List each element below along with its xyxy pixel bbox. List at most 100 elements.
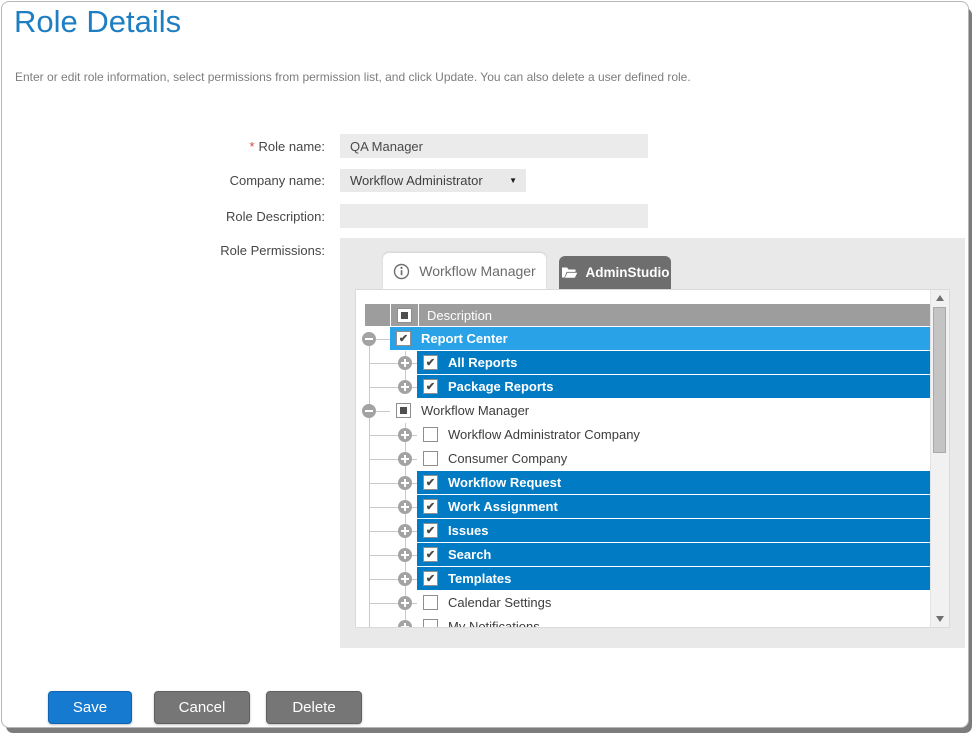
row-checkbox[interactable] bbox=[423, 619, 438, 627]
row-label: Calendar Settings bbox=[448, 595, 551, 610]
tree-row-body: Consumer Company bbox=[417, 447, 930, 470]
row-label: Workflow Request bbox=[448, 475, 561, 490]
tree-row-body: My Notifications bbox=[417, 615, 930, 627]
row-checkbox[interactable] bbox=[423, 355, 438, 370]
tree-row-body: Report Center bbox=[390, 327, 930, 350]
role-name-row: *Role name: bbox=[2, 134, 648, 158]
row-checkbox[interactable] bbox=[423, 427, 438, 442]
row-checkbox[interactable] bbox=[423, 451, 438, 466]
company-name-value: Workflow Administrator bbox=[350, 173, 483, 188]
tree-rows: Report Center All Reports Package Reports W… bbox=[356, 327, 930, 627]
role-permissions-row: Role Permissions: bbox=[2, 243, 325, 258]
info-circle-icon bbox=[393, 263, 410, 280]
tree-row-body: Workflow Manager bbox=[390, 399, 930, 422]
tab-workflow-manager-label: Workflow Manager bbox=[419, 263, 535, 279]
row-checkbox[interactable] bbox=[396, 331, 411, 346]
collapse-toggle-icon[interactable] bbox=[362, 404, 376, 418]
row-label: Report Center bbox=[421, 331, 508, 346]
row-checkbox[interactable] bbox=[423, 379, 438, 394]
row-label: Templates bbox=[448, 571, 511, 586]
tree-row[interactable]: My Notifications bbox=[356, 615, 930, 627]
tab-adminstudio-label: AdminStudio bbox=[586, 265, 670, 280]
tree-row-body: Workflow Request bbox=[417, 471, 930, 494]
role-permissions-label: Role Permissions: bbox=[2, 243, 325, 258]
permissions-panel: Workflow Manager AdminStudio Description bbox=[340, 238, 965, 648]
row-checkbox[interactable] bbox=[423, 499, 438, 514]
cancel-button[interactable]: Cancel bbox=[154, 691, 250, 724]
role-description-label: Role Description: bbox=[2, 209, 325, 224]
row-checkbox[interactable] bbox=[396, 403, 411, 418]
row-label: Workflow Manager bbox=[421, 403, 529, 418]
tree-row[interactable]: Workflow Administrator Company bbox=[356, 423, 930, 447]
tree-row[interactable]: Calendar Settings bbox=[356, 591, 930, 615]
expand-toggle-icon[interactable] bbox=[398, 356, 412, 370]
row-checkbox[interactable] bbox=[423, 523, 438, 538]
expand-toggle-icon[interactable] bbox=[398, 524, 412, 538]
grid-header-checkbox-cell bbox=[391, 304, 418, 326]
page-title: Role Details bbox=[14, 4, 181, 40]
grid-header-description-cell: Description bbox=[419, 304, 930, 326]
row-checkbox[interactable] bbox=[423, 595, 438, 610]
grid-header-expander-cell bbox=[365, 304, 390, 326]
expand-toggle-icon[interactable] bbox=[398, 548, 412, 562]
row-label: My Notifications bbox=[448, 619, 540, 627]
permissions-grid: Description Report Center All Reports Pack… bbox=[356, 304, 930, 627]
grid-header: Description bbox=[365, 304, 930, 326]
required-asterisk: * bbox=[249, 139, 254, 154]
expand-toggle-icon[interactable] bbox=[398, 596, 412, 610]
role-name-input[interactable] bbox=[340, 134, 648, 158]
tree-row[interactable]: Workflow Request bbox=[356, 471, 930, 495]
tree-row[interactable]: Report Center bbox=[356, 327, 930, 351]
delete-button[interactable]: Delete bbox=[266, 691, 362, 724]
row-checkbox[interactable] bbox=[423, 475, 438, 490]
expand-toggle-icon[interactable] bbox=[398, 500, 412, 514]
row-label: All Reports bbox=[448, 355, 517, 370]
tree-row[interactable]: Search bbox=[356, 543, 930, 567]
expand-toggle-icon[interactable] bbox=[398, 452, 412, 466]
tree-row[interactable]: All Reports bbox=[356, 351, 930, 375]
row-checkbox[interactable] bbox=[423, 547, 438, 562]
role-description-input[interactable] bbox=[340, 204, 648, 228]
row-label: Search bbox=[448, 547, 491, 562]
expand-toggle-icon[interactable] bbox=[398, 476, 412, 490]
company-name-label: Company name: bbox=[2, 173, 325, 188]
collapse-toggle-icon[interactable] bbox=[362, 332, 376, 346]
description-column-label: Description bbox=[427, 308, 492, 323]
tab-workflow-manager[interactable]: Workflow Manager bbox=[383, 253, 546, 289]
tree-row[interactable]: Work Assignment bbox=[356, 495, 930, 519]
row-label: Package Reports bbox=[448, 379, 554, 394]
role-description-row: Role Description: bbox=[2, 204, 648, 228]
permissions-list: Description Report Center All Reports Pack… bbox=[355, 289, 950, 628]
tree-row[interactable]: Templates bbox=[356, 567, 930, 591]
scroll-down-icon[interactable] bbox=[936, 616, 944, 622]
expand-toggle-icon[interactable] bbox=[398, 620, 412, 627]
tree-row[interactable]: Consumer Company bbox=[356, 447, 930, 471]
row-checkbox[interactable] bbox=[423, 571, 438, 586]
scrollbar-thumb[interactable] bbox=[933, 307, 946, 453]
open-folder-icon bbox=[561, 266, 578, 279]
select-all-checkbox[interactable] bbox=[397, 308, 412, 323]
vertical-scrollbar[interactable] bbox=[930, 290, 949, 627]
window-frame: Role Details Enter or edit role informat… bbox=[1, 1, 969, 728]
expand-toggle-icon[interactable] bbox=[398, 572, 412, 586]
company-name-dropdown[interactable]: Workflow Administrator ▼ bbox=[340, 169, 526, 192]
role-name-label: *Role name: bbox=[2, 139, 325, 154]
scroll-up-icon[interactable] bbox=[936, 295, 944, 301]
row-label: Workflow Administrator Company bbox=[448, 427, 640, 442]
expand-toggle-icon[interactable] bbox=[398, 380, 412, 394]
tree-row[interactable]: Package Reports bbox=[356, 375, 930, 399]
tree-row[interactable]: Workflow Manager bbox=[356, 399, 930, 423]
tree-row[interactable]: Issues bbox=[356, 519, 930, 543]
tab-adminstudio[interactable]: AdminStudio bbox=[559, 256, 671, 289]
dropdown-arrow-icon: ▼ bbox=[509, 176, 517, 185]
save-button[interactable]: Save bbox=[48, 691, 132, 724]
tree-row-body: All Reports bbox=[417, 351, 930, 374]
expand-toggle-icon[interactable] bbox=[398, 428, 412, 442]
tree-row-body: Package Reports bbox=[417, 375, 930, 398]
tree-row-body: Workflow Administrator Company bbox=[417, 423, 930, 446]
tree-row-body: Issues bbox=[417, 519, 930, 542]
row-label: Issues bbox=[448, 523, 488, 538]
tree-row-body: Templates bbox=[417, 567, 930, 590]
row-label: Consumer Company bbox=[448, 451, 567, 466]
tree-row-body: Calendar Settings bbox=[417, 591, 930, 614]
